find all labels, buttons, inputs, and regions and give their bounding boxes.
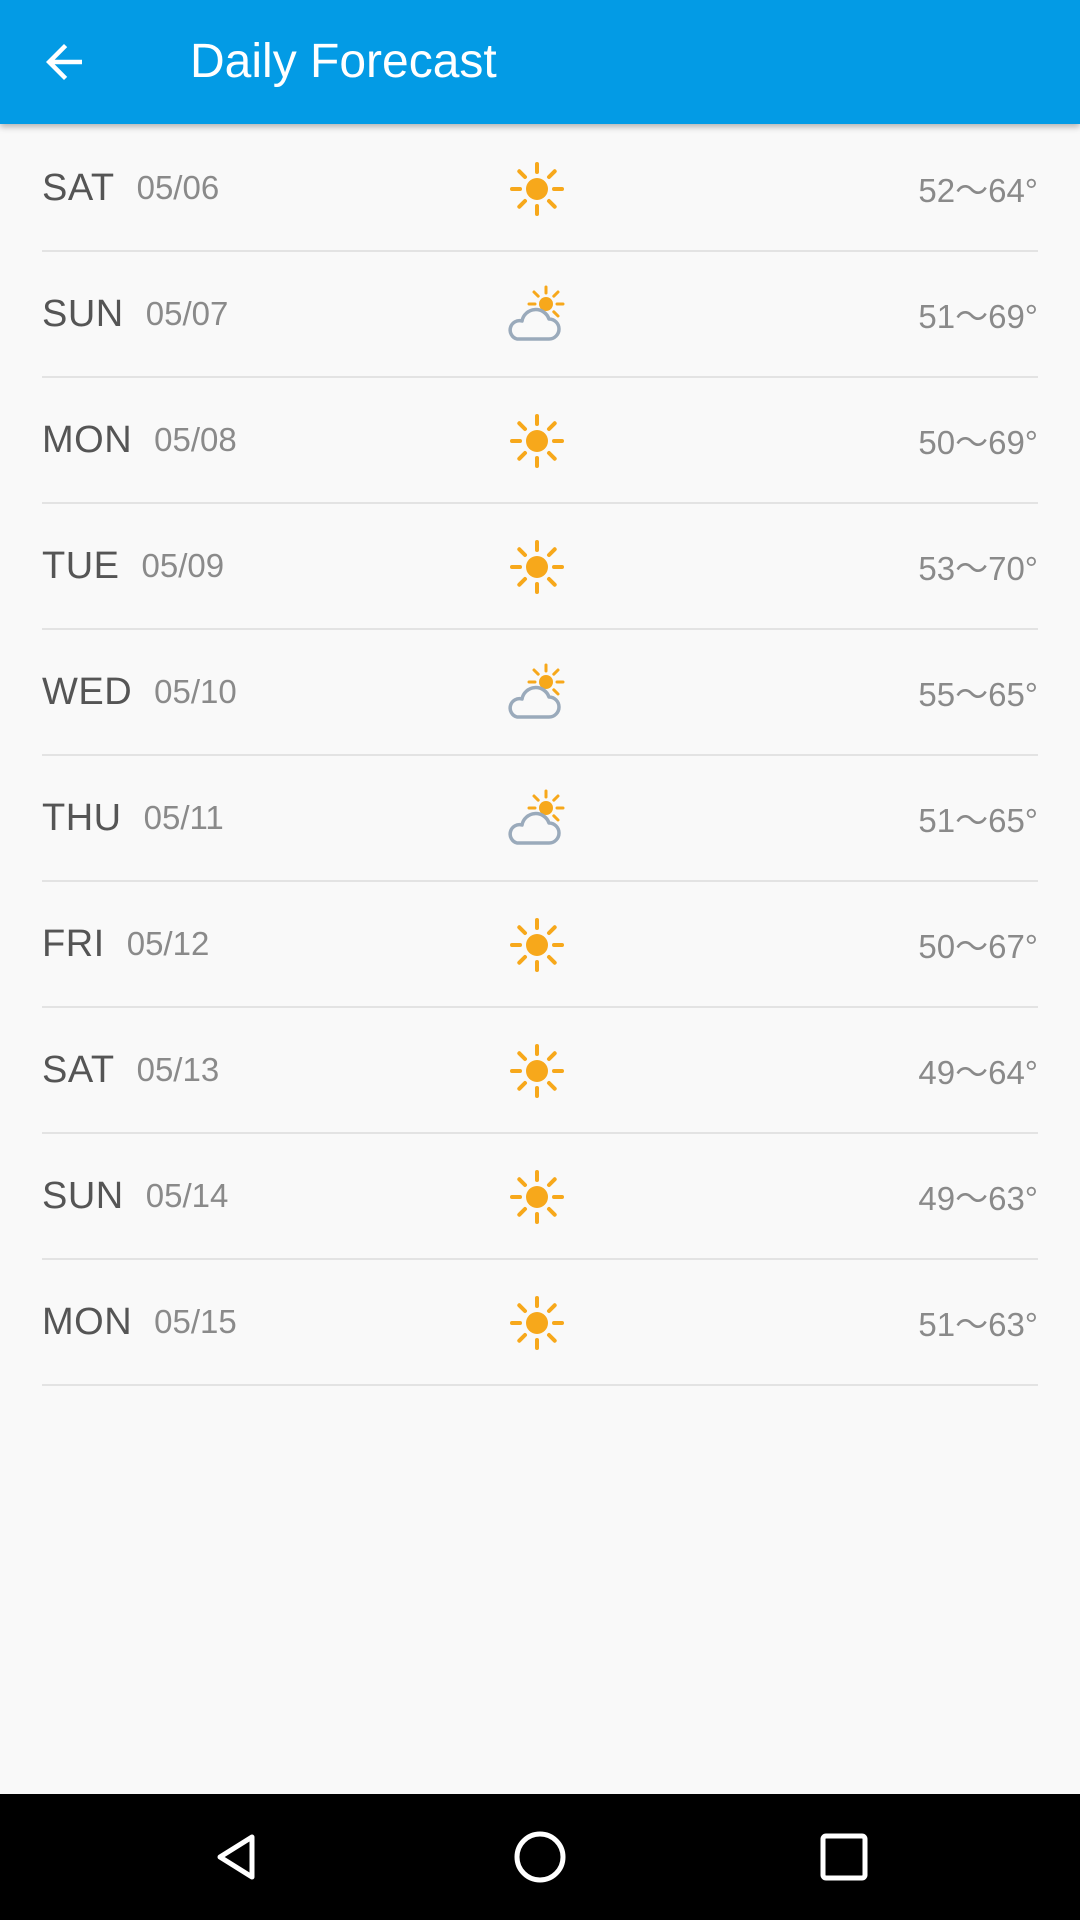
system-back-button[interactable]	[206, 1827, 266, 1887]
forecast-day: SAT	[42, 166, 115, 209]
sun-icon	[505, 157, 569, 221]
forecast-day: WED	[42, 670, 133, 713]
forecast-date: 05/07	[145, 295, 229, 332]
forecast-date: 05/09	[141, 547, 225, 584]
forecast-row[interactable]: SUN 05/14 49～63°	[42, 1134, 1038, 1260]
circle-home-icon	[514, 1831, 566, 1883]
sun-icon	[505, 1165, 569, 1229]
forecast-row[interactable]: TUE 05/09 53～70°	[42, 504, 1038, 630]
forecast-temp-range: 51～63°	[918, 1306, 1038, 1343]
forecast-temp-range: 52～64°	[918, 172, 1038, 209]
forecast-row[interactable]: MON 05/08 50～69°	[42, 378, 1038, 504]
system-navigation-bar	[0, 1794, 1080, 1920]
forecast-row[interactable]: MON 05/15 51～63°	[42, 1260, 1038, 1386]
arrow-left-icon	[46, 44, 82, 80]
forecast-day: THU	[42, 796, 122, 839]
partly-cloudy-icon	[505, 283, 569, 347]
forecast-date: 05/15	[154, 1303, 237, 1340]
forecast-day: TUE	[42, 544, 120, 587]
forecast-day: MON	[42, 1300, 133, 1343]
square-recents-icon	[820, 1833, 868, 1881]
forecast-row[interactable]: THU 05/11 51～65°	[42, 756, 1038, 882]
forecast-temp-range: 49～64°	[918, 1054, 1038, 1091]
forecast-temp-range: 49～63°	[918, 1180, 1038, 1217]
forecast-temp-range: 55～65°	[918, 676, 1038, 713]
sun-icon	[505, 535, 569, 599]
back-button[interactable]	[30, 28, 98, 96]
forecast-row[interactable]: WED 05/10 55～65°	[42, 630, 1038, 756]
sun-icon	[505, 1039, 569, 1103]
forecast-day: MON	[42, 418, 133, 461]
sun-icon	[505, 409, 569, 473]
forecast-day: SUN	[42, 292, 124, 335]
forecast-temp-range: 50～67°	[918, 928, 1038, 965]
partly-cloudy-icon	[505, 787, 569, 851]
forecast-row[interactable]: SAT 05/06 52～64°	[42, 126, 1038, 252]
system-home-button[interactable]	[510, 1827, 570, 1887]
forecast-temp-range: 51～65°	[918, 802, 1038, 839]
forecast-temp-range: 53～70°	[918, 550, 1038, 587]
forecast-date: 05/14	[145, 1177, 229, 1214]
forecast-day: FRI	[42, 922, 105, 965]
forecast-day: SAT	[42, 1048, 115, 1091]
app-bar: Daily Forecast	[0, 0, 1080, 124]
forecast-row[interactable]: SAT 05/13 49～64°	[42, 1008, 1038, 1134]
forecast-row[interactable]: SUN 05/07 51～69°	[42, 252, 1038, 378]
sun-icon	[505, 913, 569, 977]
forecast-temp-range: 51～69°	[918, 298, 1038, 335]
forecast-day: SUN	[42, 1174, 124, 1217]
forecast-date: 05/10	[154, 673, 237, 710]
system-recents-button[interactable]	[814, 1827, 874, 1887]
sun-icon	[505, 1291, 569, 1355]
page-title: Daily Forecast	[190, 35, 497, 88]
forecast-date: 05/06	[136, 169, 220, 206]
forecast-row[interactable]: FRI 05/12 50～67°	[42, 882, 1038, 1008]
forecast-list: SAT 05/06 52～64° SUN 05/07 51～69° MON 05…	[0, 126, 1080, 1386]
triangle-back-icon	[217, 1834, 255, 1880]
forecast-date: 05/12	[126, 925, 210, 962]
forecast-temp-range: 50～69°	[918, 424, 1038, 461]
forecast-date: 05/11	[143, 799, 224, 836]
forecast-date: 05/08	[154, 421, 237, 458]
partly-cloudy-icon	[505, 661, 569, 725]
forecast-date: 05/13	[136, 1051, 220, 1088]
